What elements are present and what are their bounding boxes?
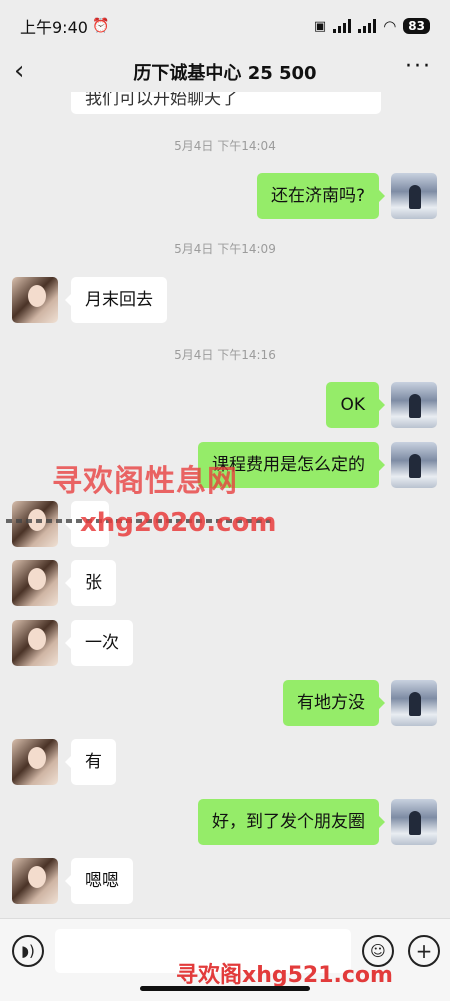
chat-area[interactable]: 我们可以开始聊天了 5月4日 下午14:04 还在济南吗? 5月4日 下午14:…	[0, 92, 450, 918]
message-bubble-self[interactable]: 好，到了发个朋友圈	[198, 799, 385, 845]
message-bubble-contact[interactable]: 月末回去	[65, 277, 167, 323]
message-bubble-self[interactable]: 课程费用是怎么定的	[198, 442, 385, 488]
emoji-icon[interactable]: ☺	[362, 935, 394, 967]
chat-title: 历下诚基中心 25 500	[133, 63, 317, 84]
message-bubble-self[interactable]: 还在济南吗?	[256, 173, 386, 219]
avatar-contact[interactable]	[12, 560, 58, 606]
message-bubble-contact[interactable]: 有	[65, 739, 116, 785]
signal-icon-2	[358, 19, 377, 33]
avatar-self[interactable]	[391, 382, 437, 428]
status-bar: 上午9:40 ⏰ ▣ ◠ 83	[0, 0, 450, 52]
wifi-icon: ◠	[383, 17, 397, 35]
message-text: 我们可以开始聊天了	[85, 92, 238, 109]
battery-icon: 83	[403, 18, 430, 34]
message-input[interactable]	[55, 929, 351, 973]
timestamp: 5月4日 下午14:04	[174, 139, 276, 153]
avatar-contact[interactable]	[12, 858, 58, 904]
timestamp: 5月4日 下午14:09	[174, 242, 276, 256]
home-indicator[interactable]	[140, 986, 310, 991]
alarm-icon: ⏰	[91, 18, 110, 34]
status-time: 上午9:40	[20, 18, 88, 37]
avatar-contact[interactable]	[12, 277, 58, 323]
message-bubble-partial[interactable]: 我们可以开始聊天了	[71, 92, 381, 114]
sim-icon: ▣	[313, 18, 327, 34]
avatar-contact[interactable]	[12, 620, 58, 666]
avatar-contact[interactable]	[12, 501, 58, 547]
message-bubble-contact[interactable]: 嗯嗯	[65, 858, 133, 904]
chat-header: ‹ 历下诚基中心 25 500 ···	[0, 52, 450, 92]
more-icon[interactable]: ···	[405, 54, 432, 79]
message-bubble-self[interactable]: OK	[326, 382, 385, 428]
avatar-self[interactable]	[391, 173, 437, 219]
watermark-bar	[6, 519, 271, 523]
avatar-self[interactable]	[391, 799, 437, 845]
message-bubble-contact[interactable]	[65, 501, 109, 547]
avatar-self[interactable]	[391, 680, 437, 726]
message-bubble-contact[interactable]: 一次	[65, 620, 133, 666]
avatar-self[interactable]	[391, 442, 437, 488]
voice-icon[interactable]: ◗)	[12, 935, 44, 967]
message-bubble-contact[interactable]: 张	[65, 560, 116, 606]
plus-icon[interactable]: +	[408, 935, 440, 967]
back-arrow-icon[interactable]: ‹	[14, 56, 24, 86]
message-bubble-self[interactable]: 有地方没	[283, 680, 385, 726]
avatar-contact[interactable]	[12, 739, 58, 785]
timestamp: 5月4日 下午14:16	[174, 348, 276, 362]
signal-icon	[333, 19, 352, 33]
